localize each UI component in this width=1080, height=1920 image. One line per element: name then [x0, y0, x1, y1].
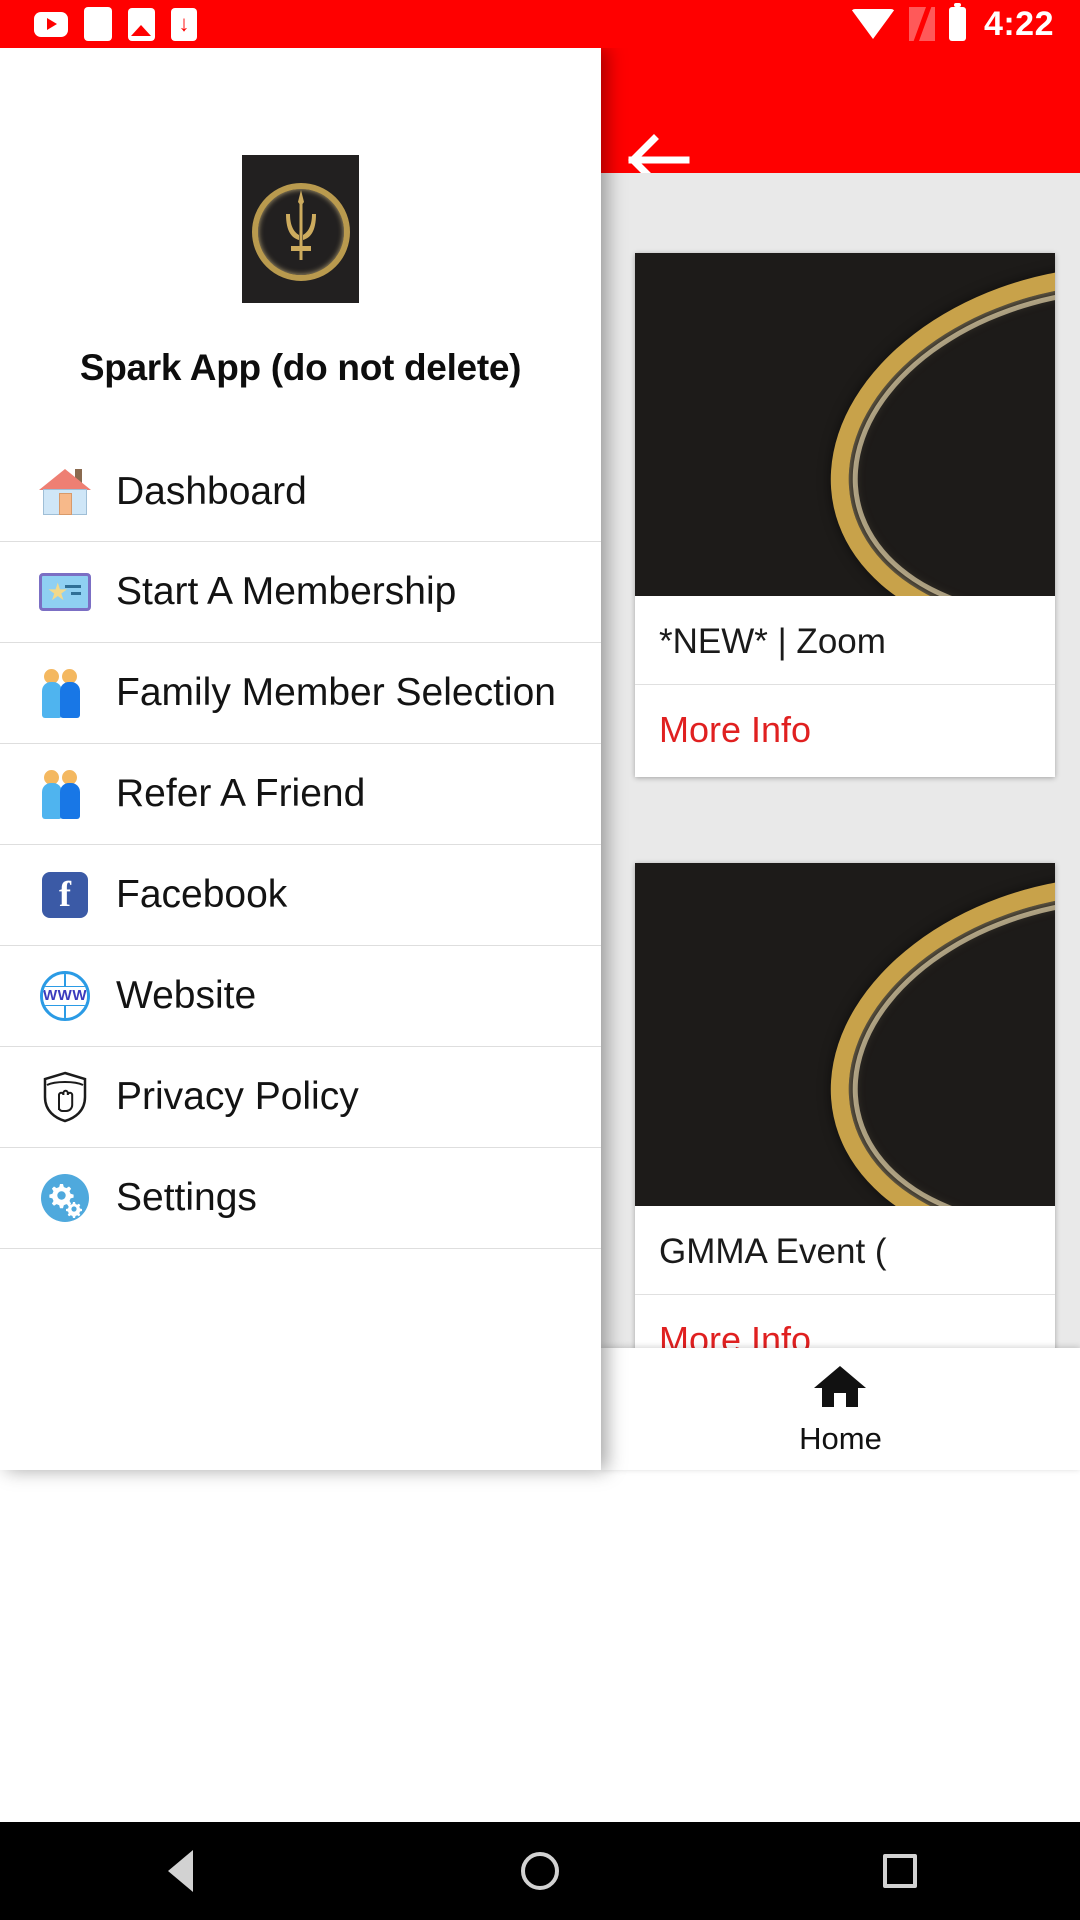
- signal-icon: [908, 7, 935, 41]
- card-image: [635, 863, 1055, 1206]
- shield-hand-icon: [36, 1068, 94, 1126]
- home-icon: [811, 1362, 869, 1415]
- facebook-icon: [36, 866, 94, 924]
- drawer-item-website[interactable]: WWW Website: [0, 946, 601, 1047]
- drawer-item-label: Website: [116, 974, 257, 1017]
- drawer-item-dashboard[interactable]: Dashboard: [0, 441, 601, 542]
- card-title: *NEW* | Zoom: [659, 622, 886, 661]
- two-people-icon: [36, 664, 94, 722]
- gold-bangle-graphic: [795, 863, 1055, 1206]
- drawer-item-privacy-policy[interactable]: Privacy Policy: [0, 1047, 601, 1148]
- home-circle-icon[interactable]: [518, 1849, 562, 1893]
- drawer-item-facebook[interactable]: Facebook: [0, 845, 601, 946]
- drawer-app-title: Spark App (do not delete): [79, 347, 522, 388]
- house-icon: [36, 463, 94, 521]
- blank-notification-icon: [84, 7, 112, 41]
- drawer-item-label: Family Member Selection: [116, 671, 556, 714]
- drawer-item-label: Start A Membership: [116, 570, 457, 613]
- image-icon: [128, 7, 155, 41]
- drawer-header: [0, 48, 601, 303]
- status-clock: 4:22: [983, 4, 1054, 43]
- wifi-icon: [850, 9, 895, 39]
- card-image: [635, 253, 1055, 596]
- drawer-menu: Dashboard ★ Start A Membership Family Me…: [0, 441, 601, 1249]
- trident-icon: [285, 190, 316, 260]
- drawer-item-label: Dashboard: [116, 469, 307, 513]
- ticket-icon: ★: [36, 563, 94, 621]
- drawer-item-family-member-selection[interactable]: Family Member Selection: [0, 643, 601, 744]
- youtube-icon: [34, 11, 68, 37]
- content-card[interactable]: GMMA Event ( More Info: [635, 863, 1055, 1387]
- phone-screen: *NEW* | Zoom More Info GMMA Event ( More…: [0, 0, 1080, 1920]
- navigation-drawer[interactable]: Spark App (do not delete) Dashboard ★ St…: [0, 48, 601, 1470]
- drawer-item-start-a-membership[interactable]: ★ Start A Membership: [0, 542, 601, 643]
- drawer-item-label: Facebook: [116, 873, 288, 916]
- back-triangle-icon[interactable]: [158, 1849, 202, 1893]
- more-info-button[interactable]: More Info: [635, 685, 1055, 777]
- drawer-item-settings[interactable]: Settings: [0, 1148, 601, 1249]
- drawer-item-refer-a-friend[interactable]: Refer A Friend: [0, 744, 601, 845]
- bottom-nav-label: Home: [799, 1420, 882, 1456]
- content-card[interactable]: *NEW* | Zoom More Info: [635, 253, 1055, 777]
- two-people-icon: [36, 765, 94, 823]
- drawer-item-label: Settings: [116, 1176, 257, 1219]
- status-notifications: [0, 7, 197, 41]
- recents-square-icon[interactable]: [878, 1849, 922, 1893]
- bottom-navigation: Home: [601, 1348, 1080, 1470]
- status-system-icons: 4:22: [850, 3, 1080, 44]
- drawer-item-label: Privacy Policy: [116, 1075, 359, 1118]
- bottom-nav-item-home[interactable]: Home: [799, 1362, 882, 1457]
- globe-www-icon: WWW: [36, 967, 94, 1025]
- gold-bangle-graphic: [795, 253, 1055, 596]
- card-title: GMMA Event (: [659, 1232, 887, 1271]
- status-bar: 4:22: [0, 0, 1080, 48]
- spark-trident-logo: [242, 155, 359, 303]
- drawer-item-label: Refer A Friend: [116, 772, 366, 815]
- system-navigation-bar: [0, 1822, 1080, 1920]
- battery-icon: [948, 3, 966, 41]
- download-icon: [171, 7, 197, 41]
- gears-icon: [36, 1169, 94, 1227]
